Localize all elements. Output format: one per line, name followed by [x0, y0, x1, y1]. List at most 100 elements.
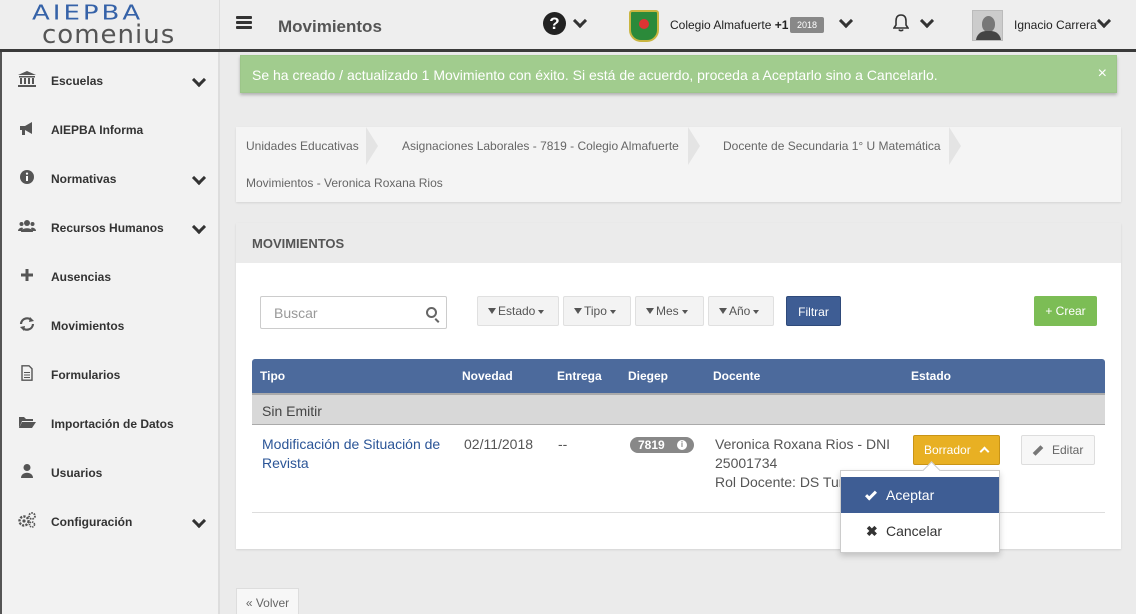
- panel-header: MOVIMIENTOS: [236, 223, 1121, 263]
- chevron-down-icon[interactable]: [919, 13, 935, 29]
- pencil-icon: [1032, 445, 1044, 456]
- avatar[interactable]: [972, 10, 1003, 41]
- chevron-down-icon: [191, 513, 207, 529]
- sidebar-item-usuarios[interactable]: Usuarios: [2, 446, 220, 495]
- edit-label: Editar: [1052, 443, 1084, 457]
- sidebar-item-escuelas[interactable]: Escuelas: [2, 54, 220, 103]
- filtrar-button[interactable]: Filtrar: [786, 296, 841, 326]
- sidebar-item-ausencias[interactable]: Ausencias: [2, 250, 220, 299]
- chevron-down-icon[interactable]: [572, 13, 588, 29]
- menu-item-cancelar[interactable]: ✖ Cancelar: [841, 513, 999, 549]
- crear-button[interactable]: + Crear: [1034, 296, 1097, 326]
- school-crest-icon: [629, 10, 659, 42]
- sidebar-item-recursos-humanos[interactable]: Recursos Humanos: [2, 201, 220, 250]
- alert-message: Se ha creado / actualizado 1 Movimiento …: [252, 67, 938, 83]
- sidebar: Escuelas AIEPBA Informa Normativas Recur…: [0, 52, 220, 614]
- menu-item-label: Cancelar: [886, 523, 943, 539]
- breadcrumb-unidades-educativas[interactable]: Unidades Educativas: [246, 139, 359, 153]
- filter-icon: [719, 307, 727, 314]
- sidebar-item-label: Formularios: [51, 368, 121, 382]
- breadcrumb: Unidades Educativas Asignaciones Laboral…: [236, 127, 1121, 202]
- sidebar-item-importacion-de-datos[interactable]: Importación de Datos: [2, 397, 220, 446]
- column-diegep: Diegep: [628, 369, 669, 383]
- sidebar-item-movimientos[interactable]: Movimientos: [2, 299, 220, 348]
- refresh-icon: [18, 316, 36, 332]
- sidebar-item-label: Usuarios: [51, 466, 103, 480]
- search-icon[interactable]: [426, 307, 437, 318]
- bank-icon: [18, 71, 36, 87]
- sidebar-item-aiepba-informa[interactable]: AIEPBA Informa: [2, 103, 220, 152]
- entrega-value: --: [558, 436, 568, 452]
- column-docente: Docente: [713, 369, 761, 383]
- novedad-date: 02/11/2018: [464, 436, 534, 452]
- sidebar-item-normativas[interactable]: Normativas: [2, 152, 220, 201]
- column-entrega: Entrega: [557, 369, 602, 383]
- school-selector[interactable]: Colegio Almafuerte +1: [670, 18, 788, 32]
- filter-mes-button[interactable]: Mes: [635, 296, 704, 326]
- caret-down-icon: [753, 309, 760, 314]
- chevron-up-icon: [979, 446, 990, 457]
- panel-title: MOVIMIENTOS: [252, 236, 345, 251]
- filter-icon: [574, 307, 582, 314]
- docente-dni: 25001734: [715, 455, 778, 471]
- filter-label: Mes: [656, 304, 679, 318]
- document-icon: [18, 365, 36, 381]
- help-icon[interactable]: ?: [543, 12, 566, 35]
- filter-estado-button[interactable]: Estado: [477, 296, 559, 326]
- menu-item-label: Aceptar: [886, 487, 935, 503]
- logo-comenius: comenius: [42, 20, 176, 50]
- table-header: Tipo Novedad Entrega Diegep Docente Esta…: [252, 359, 1105, 393]
- edit-button[interactable]: Editar: [1021, 435, 1095, 465]
- user-icon: [18, 463, 36, 479]
- info-icon: [18, 169, 36, 185]
- tipo-line1: Modificación de Situación de: [262, 436, 441, 452]
- caret-down-icon: [681, 309, 688, 314]
- filter-label: Tipo: [584, 304, 607, 318]
- estado-dropdown-button[interactable]: Borrador: [913, 435, 1000, 465]
- sidebar-item-label: Movimientos: [51, 319, 125, 333]
- sidebar-item-formularios[interactable]: Formularios: [2, 348, 220, 397]
- gears-icon: [18, 512, 36, 528]
- filter-icon: [646, 307, 654, 314]
- back-button[interactable]: « Volver: [236, 588, 299, 614]
- chevron-down-icon[interactable]: [838, 13, 854, 29]
- app-logo[interactable]: AIEPBA comenius: [2, 0, 220, 49]
- breadcrumb-separator: [688, 127, 700, 165]
- users-icon: [18, 218, 36, 234]
- info-icon: i: [677, 440, 687, 450]
- chevron-down-icon[interactable]: [1096, 13, 1112, 29]
- sidebar-item-label: Configuración: [51, 515, 133, 529]
- sidebar-item-configuracion[interactable]: Configuración: [2, 495, 220, 544]
- filter-anio-button[interactable]: Año: [708, 296, 774, 326]
- page-title: Movimientos: [278, 17, 382, 36]
- folder-open-icon: [18, 414, 36, 430]
- top-bar: AIEPBA comenius Movimientos ? Colegio Al…: [0, 0, 1136, 52]
- sidebar-item-label: Normativas: [51, 172, 117, 186]
- docente-rol: Rol Docente: DS Turn: [715, 474, 852, 490]
- bell-icon[interactable]: [893, 14, 909, 32]
- tipo-line2: Revista: [262, 455, 309, 471]
- times-icon: ✖: [866, 523, 878, 539]
- sidebar-item-label: Ausencias: [51, 270, 112, 284]
- year-badge: 2018: [790, 17, 824, 33]
- filter-tipo-button[interactable]: Tipo: [563, 296, 631, 326]
- movimiento-tipo-link[interactable]: Modificación de Situación de Revista: [262, 435, 452, 473]
- menu-item-aceptar[interactable]: Aceptar: [841, 477, 999, 513]
- column-novedad: Novedad: [462, 369, 513, 383]
- breadcrumb-asignaciones-laborales[interactable]: Asignaciones Laborales - 7819 - Colegio …: [402, 139, 679, 153]
- close-icon[interactable]: ×: [1098, 65, 1107, 83]
- filter-label: Año: [729, 304, 751, 318]
- search-input[interactable]: [261, 297, 416, 328]
- diegep-badge[interactable]: 7819 i: [630, 437, 694, 453]
- check-icon: [864, 488, 878, 501]
- filter-label: Estado: [498, 304, 536, 318]
- sidebar-item-label: Escuelas: [51, 74, 104, 88]
- school-name: Colegio Almafuerte: [670, 18, 772, 32]
- breadcrumb-movimientos: Movimientos - Veronica Roxana Rios: [246, 176, 443, 190]
- sidebar-item-label: AIEPBA Informa: [51, 123, 144, 137]
- estado-dropdown-menu: Aceptar ✖ Cancelar: [840, 470, 1000, 553]
- menu-toggle-icon[interactable]: [236, 16, 252, 30]
- user-name[interactable]: Ignacio Carrera: [1014, 18, 1097, 32]
- table-group-row: Sin Emitir: [252, 393, 1105, 425]
- breadcrumb-docente[interactable]: Docente de Secundaria 1° U Matemática: [723, 139, 941, 153]
